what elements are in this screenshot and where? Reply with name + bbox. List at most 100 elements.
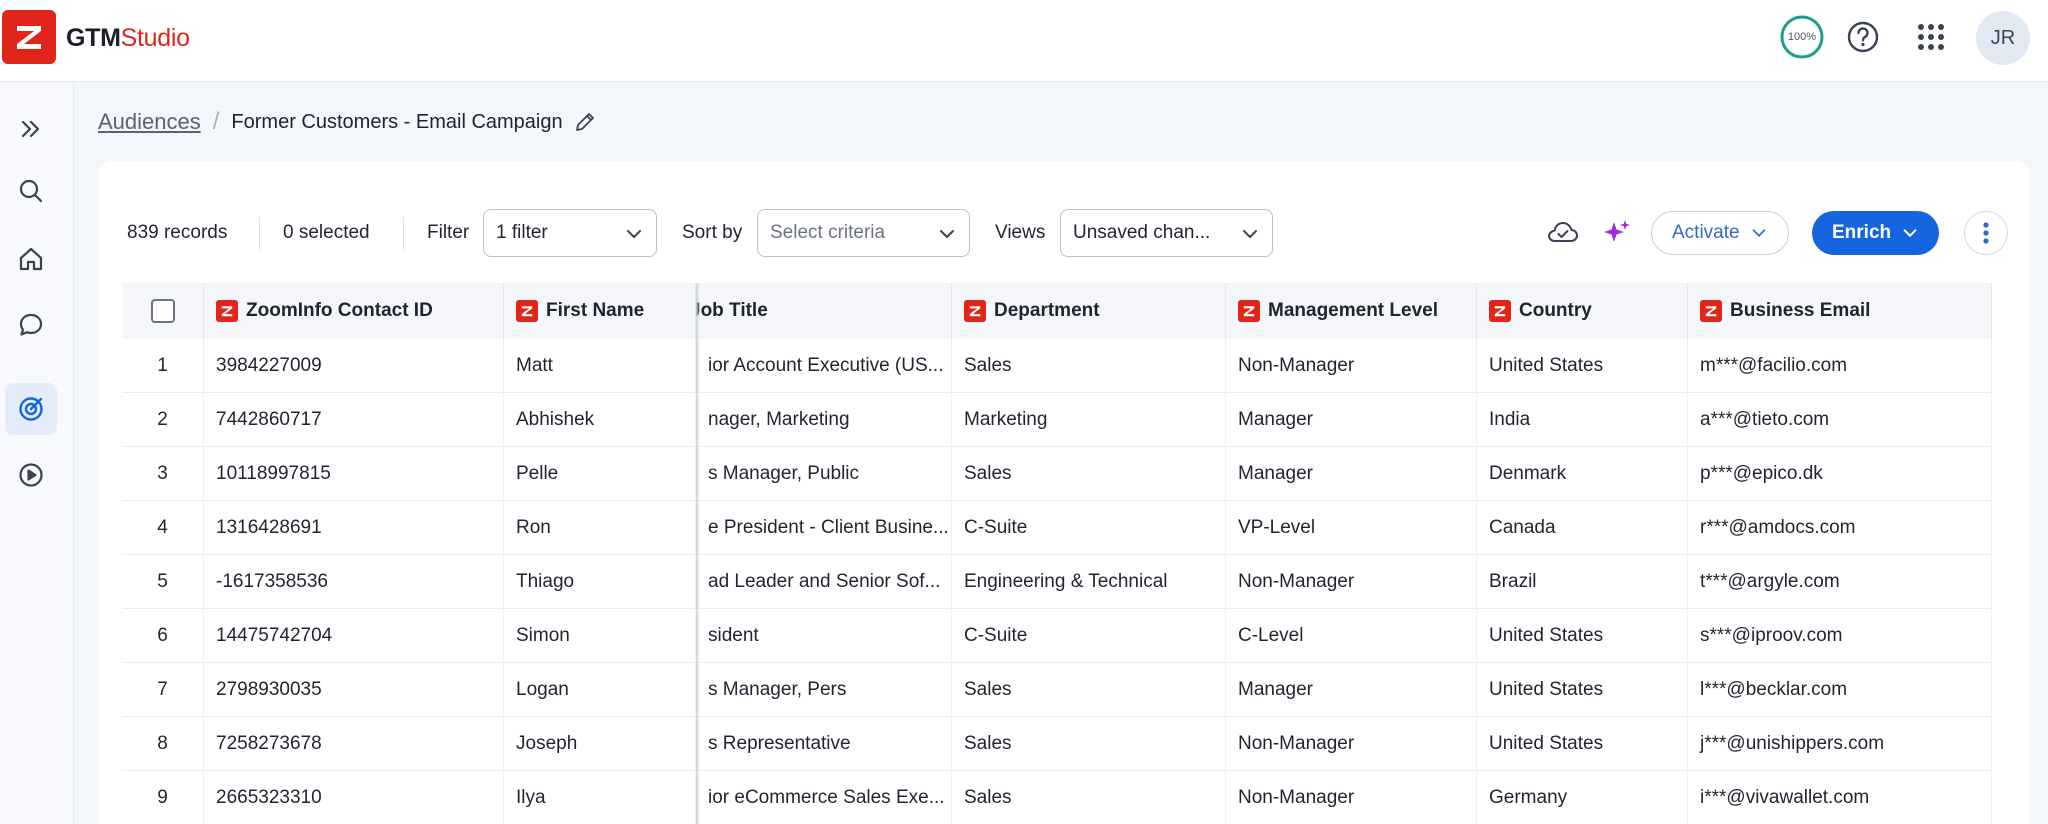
first-name-cell[interactable]: Thiago	[504, 555, 696, 609]
contact-id-cell[interactable]: 14475742704	[204, 609, 504, 663]
department-cell[interactable]: C-Suite	[952, 609, 1226, 663]
country-cell[interactable]: Denmark	[1477, 447, 1688, 501]
job-title-cell[interactable]: nager, Marketing	[696, 393, 952, 447]
chat-icon[interactable]	[5, 299, 57, 351]
management-level-cell[interactable]: Manager	[1226, 663, 1477, 717]
business-email-cell[interactable]: a***@tieto.com	[1688, 393, 1992, 447]
department-cell[interactable]: Engineering & Technical	[952, 555, 1226, 609]
contact-id-cell[interactable]: 7258273678	[204, 717, 504, 771]
country-cell[interactable]: United States	[1477, 663, 1688, 717]
job-title-cell[interactable]: s Manager, Public	[696, 447, 952, 501]
country-cell[interactable]: Canada	[1477, 501, 1688, 555]
cloud-sync-icon[interactable]	[1539, 209, 1587, 257]
management-level-cell[interactable]: C-Level	[1226, 609, 1477, 663]
department-cell[interactable]: Sales	[952, 339, 1226, 393]
table-row[interactable]: 1 3984227009 Matt ior Account Executive (US…	[122, 339, 1992, 393]
business-email-cell[interactable]: i***@vivawallet.com	[1688, 771, 1992, 824]
job-title-cell[interactable]: ad Leader and Senior Sof...	[696, 555, 952, 609]
home-icon[interactable]	[5, 233, 57, 285]
contact-id-cell[interactable]: 2798930035	[204, 663, 504, 717]
country-cell[interactable]: India	[1477, 393, 1688, 447]
management-level-cell[interactable]: Non-Manager	[1226, 555, 1477, 609]
department-cell[interactable]: C-Suite	[952, 501, 1226, 555]
country-cell[interactable]: United States	[1477, 339, 1688, 393]
business-email-cell[interactable]: m***@facilio.com	[1688, 339, 1992, 393]
department-cell[interactable]: Sales	[952, 663, 1226, 717]
edit-pencil-icon[interactable]	[573, 110, 597, 134]
sparkle-ai-icon[interactable]	[1593, 209, 1641, 257]
contact-id-cell[interactable]: 1316428691	[204, 501, 504, 555]
first-name-cell[interactable]: Simon	[504, 609, 696, 663]
user-avatar[interactable]: JR	[1976, 11, 2030, 65]
row-number-cell[interactable]: 1	[122, 339, 204, 393]
play-icon[interactable]	[5, 449, 57, 501]
row-number-cell[interactable]: 6	[122, 609, 204, 663]
enrich-button[interactable]: Enrich	[1812, 211, 1940, 255]
more-vertical-icon[interactable]	[1964, 211, 2008, 255]
row-number-cell[interactable]: 3	[122, 447, 204, 501]
contact-id-cell[interactable]: 2665323310	[204, 771, 504, 824]
first-name-cell[interactable]: Pelle	[504, 447, 696, 501]
country-cell[interactable]: Germany	[1477, 771, 1688, 824]
breadcrumb-audiences-link[interactable]: Audiences	[98, 109, 201, 135]
column-header-contact-id[interactable]: ZoomInfo Contact ID	[204, 283, 504, 339]
first-name-cell[interactable]: Ron	[504, 501, 696, 555]
business-email-cell[interactable]: j***@unishippers.com	[1688, 717, 1992, 771]
activate-button[interactable]: Activate	[1651, 211, 1789, 255]
job-title-cell[interactable]: s Representative	[696, 717, 952, 771]
row-number-cell[interactable]: 9	[122, 771, 204, 824]
business-email-cell[interactable]: l***@becklar.com	[1688, 663, 1992, 717]
contact-id-cell[interactable]: 7442860717	[204, 393, 504, 447]
column-header-country[interactable]: Country	[1477, 283, 1688, 339]
table-row[interactable]: 5 -1617358536 Thiago ad Leader and Senior S…	[122, 555, 1992, 609]
help-icon[interactable]	[1840, 14, 1886, 60]
first-name-cell[interactable]: Logan	[504, 663, 696, 717]
business-email-cell[interactable]: p***@epico.dk	[1688, 447, 1992, 501]
management-level-cell[interactable]: Manager	[1226, 447, 1477, 501]
table-row[interactable]: 8 7258273678 Joseph s Representative Sales No…	[122, 717, 1992, 771]
business-email-cell[interactable]: s***@iproov.com	[1688, 609, 1992, 663]
job-title-cell[interactable]: ior Account Executive (US...	[696, 339, 952, 393]
column-header-job-title[interactable]: Job Title	[696, 283, 952, 339]
department-cell[interactable]: Sales	[952, 771, 1226, 824]
search-icon[interactable]	[5, 165, 57, 217]
table-row[interactable]: 9 2665323310 Ilya ior eCommerce Sales Exe..…	[122, 771, 1992, 824]
table-row[interactable]: 4 1316428691 Ron e President - Client Busin…	[122, 501, 1992, 555]
progress-ring-icon[interactable]: 100%	[1779, 14, 1825, 60]
job-title-cell[interactable]: s Manager, Pers	[696, 663, 952, 717]
column-header-business-email[interactable]: Business Email	[1688, 283, 1992, 339]
row-number-cell[interactable]: 4	[122, 501, 204, 555]
first-name-cell[interactable]: Abhishek	[504, 393, 696, 447]
contact-id-cell[interactable]: 3984227009	[204, 339, 504, 393]
contact-id-cell[interactable]: -1617358536	[204, 555, 504, 609]
table-row[interactable]: 6 14475742704 Simon sident C-Suite C-Level Uni…	[122, 609, 1992, 663]
management-level-cell[interactable]: VP-Level	[1226, 501, 1477, 555]
views-dropdown[interactable]: Unsaved chan...	[1060, 209, 1273, 257]
select-all-checkbox[interactable]	[150, 299, 175, 323]
column-header-management-level[interactable]: Management Level	[1226, 283, 1477, 339]
filter-dropdown[interactable]: 1 filter	[483, 209, 657, 257]
management-level-cell[interactable]: Non-Manager	[1226, 717, 1477, 771]
row-number-cell[interactable]: 8	[122, 717, 204, 771]
business-email-cell[interactable]: r***@amdocs.com	[1688, 501, 1992, 555]
first-name-cell[interactable]: Joseph	[504, 717, 696, 771]
zoominfo-logo-icon[interactable]	[2, 10, 56, 64]
table-row[interactable]: 3 10118997815 Pelle s Manager, Public Sales M…	[122, 447, 1992, 501]
job-title-cell[interactable]: sident	[696, 609, 952, 663]
management-level-cell[interactable]: Non-Manager	[1226, 771, 1477, 824]
country-cell[interactable]: United States	[1477, 717, 1688, 771]
job-title-cell[interactable]: e President - Client Busine...	[696, 501, 952, 555]
country-cell[interactable]: Brazil	[1477, 555, 1688, 609]
row-number-cell[interactable]: 2	[122, 393, 204, 447]
sort-dropdown[interactable]: Select criteria	[757, 209, 970, 257]
department-cell[interactable]: Sales	[952, 717, 1226, 771]
country-cell[interactable]: United States	[1477, 609, 1688, 663]
department-cell[interactable]: Sales	[952, 447, 1226, 501]
column-header-department[interactable]: Department	[952, 283, 1226, 339]
first-name-cell[interactable]: Matt	[504, 339, 696, 393]
business-email-cell[interactable]: t***@argyle.com	[1688, 555, 1992, 609]
contact-id-cell[interactable]: 10118997815	[204, 447, 504, 501]
management-level-cell[interactable]: Manager	[1226, 393, 1477, 447]
table-row[interactable]: 7 2798930035 Logan s Manager, Pers Sales Mana…	[122, 663, 1992, 717]
table-row[interactable]: 2 7442860717 Abhishek nager, Marketing Marke…	[122, 393, 1992, 447]
